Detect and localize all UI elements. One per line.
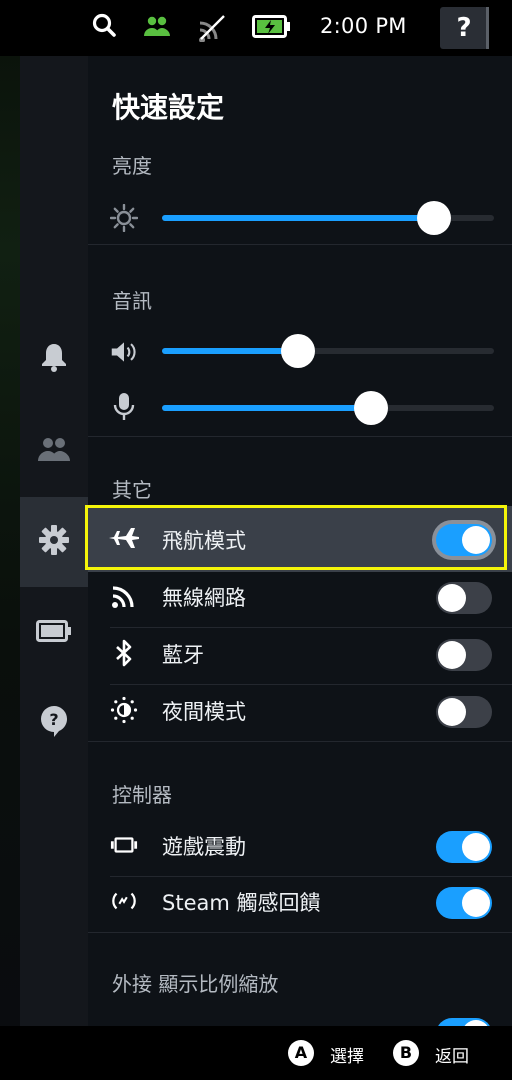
help-button-edge [486,7,489,49]
gear-icon [38,524,70,560]
microphone-icon [110,393,138,421]
external-display-heading: 外接 顯示比例縮放 [112,972,279,996]
sidebar-item-settings[interactable] [20,497,88,587]
row-divider [110,876,512,877]
wifi-toggle[interactable] [436,582,492,614]
brightness-heading: 亮度 [112,154,152,178]
microphone-slider[interactable] [162,391,494,425]
sidebar-item-notifications[interactable] [20,314,88,404]
rumble-toggle[interactable] [436,831,492,863]
sidebar-item-help[interactable]: ? [20,678,88,768]
help-button[interactable]: ? [440,7,488,49]
other-heading: 其它 [112,478,152,502]
audio-heading: 音訊 [112,289,152,313]
speaker-icon [110,338,138,366]
wifi-off-icon[interactable] [198,12,226,46]
select-hint[interactable]: 選擇 [330,1042,364,1067]
brightness-slider-knob[interactable] [417,201,452,235]
bluetooth-icon [110,639,138,667]
bluetooth-toggle[interactable] [436,639,492,671]
controller-heading: 控制器 [112,783,172,807]
toggle-knob [438,584,466,612]
volume-slider[interactable] [162,334,494,368]
microphone-slider-fill [162,405,372,411]
brightness-slider-fill [162,215,435,221]
battery-icon [36,619,72,647]
clock: 2:00 PM [320,14,407,38]
b-button-icon: B [393,1040,419,1066]
toggle-knob [438,641,466,669]
toggle-knob [462,833,490,861]
svg-text:?: ? [49,710,58,729]
focus-outline [85,505,507,570]
haptics-label: Steam 觸感回饋 [162,891,321,915]
page-title: 快速設定 [112,91,225,124]
wifi-label: 無線網路 [162,586,246,610]
divider [88,932,512,933]
search-icon[interactable] [92,12,118,44]
brightness-icon [110,204,138,232]
night-mode-toggle[interactable] [436,696,492,728]
divider [88,741,512,742]
bluetooth-label: 藍牙 [162,643,204,667]
night-mode-label: 夜間模式 [162,700,246,724]
brightness-slider[interactable] [162,201,494,235]
sidebar-item-friends[interactable] [20,406,88,496]
bell-icon [39,341,69,377]
haptics-toggle[interactable] [436,887,492,919]
back-hint[interactable]: 返回 [435,1042,469,1067]
rumble-label: 遊戲震動 [162,835,246,859]
toggle-knob [438,698,466,726]
volume-slider-fill [162,348,299,354]
sidebar-item-battery[interactable] [20,588,88,678]
rumble-icon [110,831,138,859]
row-divider [110,684,512,685]
wifi-icon [110,582,138,610]
divider [88,244,512,245]
friends-icon [37,434,71,468]
divider [88,436,512,437]
haptics-icon [110,887,138,915]
volume-slider-knob[interactable] [281,334,316,368]
battery-charging-icon[interactable] [252,15,292,43]
toggle-knob [462,889,490,917]
background-edge [0,56,20,1026]
a-button-icon: A [288,1040,314,1066]
microphone-slider-knob[interactable] [354,391,389,425]
night-mode-icon [110,696,138,724]
help-icon: ? [39,704,69,742]
friends-icon[interactable] [142,12,172,46]
row-divider [110,627,512,628]
